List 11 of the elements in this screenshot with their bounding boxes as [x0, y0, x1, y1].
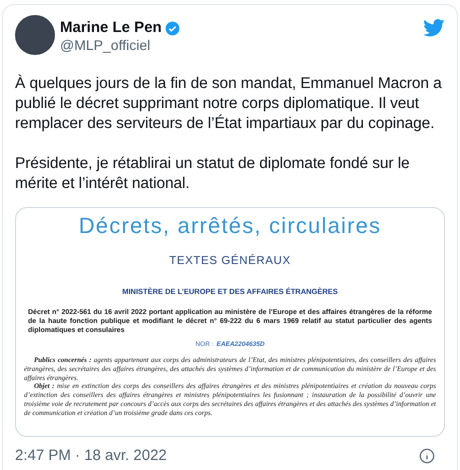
bird-logo-icon[interactable] [423, 19, 445, 37]
document-section: TEXTES GÉNÉRAUX [169, 254, 291, 268]
tweet-text: Présidente, je rétablirai un statut de diplomate fondé sur le mérite et l’intérêt national. [15, 154, 411, 194]
tweet-text: À quelques jours de la fin de son mandat, Emmanuel Macron a publié le décret supprimant notre corps diplomatique. Il veut remplacer des serviteurs de l’État impartiaux par du copinage. [15, 74, 443, 134]
avatar[interactable] [15, 15, 55, 55]
info-icon[interactable] [419, 448, 435, 464]
tweet-timestamp[interactable]: 2:47 PM · 18 avr. 2022 [15, 445, 167, 468]
author-name[interactable]: Marine Le Pen [60, 19, 162, 37]
document-title: Décrets, arrêtés, circulaires [78, 212, 382, 240]
author-handle[interactable]: @MLP_officiel [60, 37, 180, 54]
attached-document-image[interactable] [15, 207, 445, 437]
